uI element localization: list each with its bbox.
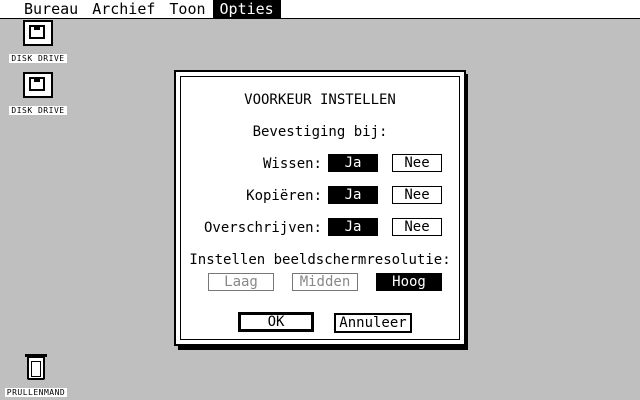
kopieren-ja-option[interactable]: Ja: [328, 186, 378, 204]
desktop-trash[interactable]: PRULLENMAND: [2, 354, 70, 399]
trash-icon: [25, 354, 47, 380]
desktop-drive-b[interactable]: DISK DRIVE: [4, 72, 72, 117]
resolution-heading: Instellen beeldschermresolutie:: [189, 252, 451, 268]
preferences-dialog: VOORKEUR INSTELLEN Bevestiging bij: Wiss…: [174, 70, 466, 346]
floppy-drive-icon: [23, 72, 53, 98]
menu-bureau[interactable]: Bureau: [17, 0, 85, 18]
overschrijven-ja-option[interactable]: Ja: [328, 218, 378, 236]
menu-opties[interactable]: Opties: [212, 0, 281, 18]
drive-a-label: DISK DRIVE: [9, 54, 67, 63]
cancel-button[interactable]: Annuleer: [334, 313, 412, 333]
menu-bar: Bureau Archief Toon Opties: [0, 0, 640, 19]
row-wissen-label: Wissen:: [262, 156, 322, 172]
drive-b-label: DISK DRIVE: [9, 106, 67, 115]
wissen-nee-option[interactable]: Nee: [392, 154, 442, 172]
floppy-drive-icon: [23, 20, 53, 46]
overschrijven-nee-option[interactable]: Nee: [392, 218, 442, 236]
confirm-heading: Bevestiging bij:: [252, 124, 388, 140]
wissen-ja-option[interactable]: Ja: [328, 154, 378, 172]
ok-button[interactable]: OK: [238, 312, 314, 332]
resolution-hoog-option[interactable]: Hoog: [376, 273, 442, 291]
dialog-title: VOORKEUR INSTELLEN: [244, 92, 396, 108]
resolution-midden-option[interactable]: Midden: [292, 273, 358, 291]
desktop-drive-a[interactable]: DISK DRIVE: [4, 20, 72, 65]
trash-label: PRULLENMAND: [4, 388, 68, 397]
kopieren-nee-option[interactable]: Nee: [392, 186, 442, 204]
menu-archief[interactable]: Archief: [85, 0, 162, 18]
dialog-inner-frame: [180, 76, 460, 340]
row-kopieren-label: Kopiëren:: [246, 188, 322, 204]
resolution-laag-option[interactable]: Laag: [208, 273, 274, 291]
menu-toon[interactable]: Toon: [162, 0, 212, 18]
row-overschrijven-label: Overschrijven:: [203, 220, 322, 236]
